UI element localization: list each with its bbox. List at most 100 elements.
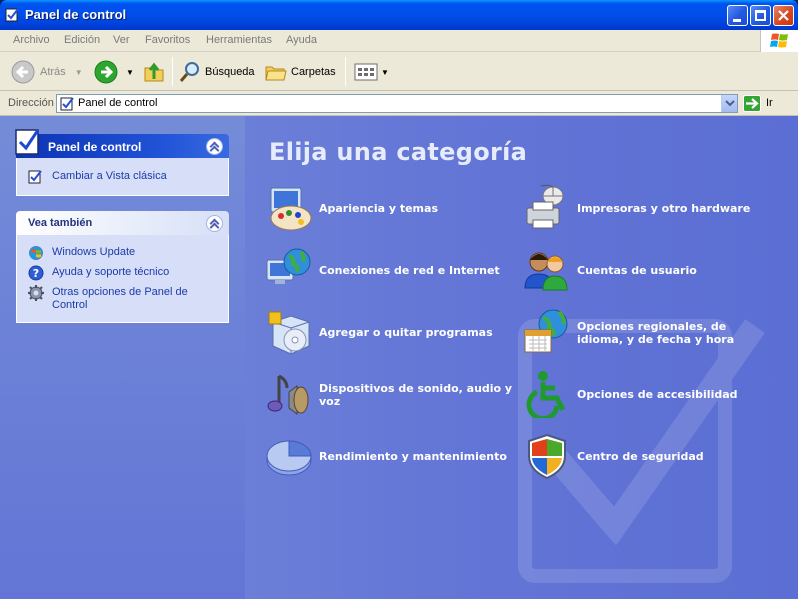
category-performance[interactable]: Rendimiento y mantenimiento (265, 432, 515, 482)
task-pane: Panel de control Cambiar a Vista clásica… (0, 116, 245, 599)
category-label: Impresoras y otro hardware (577, 202, 751, 215)
toolbar-separator (172, 57, 173, 86)
control-panel-icon (60, 97, 74, 111)
back-arrow-icon (11, 60, 35, 84)
window-title: Panel de control (25, 7, 127, 22)
help-support-label: Ayuda y soporte técnico (52, 266, 170, 278)
collapse-button[interactable] (206, 215, 223, 232)
help-support-link[interactable]: ? Ayuda y soporte técnico (17, 265, 228, 286)
category-label: Cuentas de usuario (577, 264, 697, 277)
category-accessibility[interactable]: Opciones de accesibilidad (523, 370, 773, 420)
control-panel-box-header[interactable]: Panel de control (15, 129, 229, 158)
title-bar[interactable]: Panel de control (0, 0, 798, 30)
close-icon (778, 10, 789, 21)
menu-favoritos[interactable]: Favoritos (145, 34, 190, 46)
performance-pie-icon (266, 440, 312, 476)
category-printers-hardware[interactable]: Impresoras y otro hardware (523, 184, 773, 234)
toolbar-separator (345, 57, 346, 86)
accessibility-icon (526, 371, 566, 418)
category-add-remove-programs[interactable]: Agregar o quitar programas (265, 308, 515, 358)
forward-button[interactable]: ▼ (94, 58, 134, 86)
user-accounts-icon (524, 252, 568, 291)
category-security-center[interactable]: Centro de seguridad (523, 432, 773, 482)
search-icon (179, 62, 199, 82)
forward-arrow-icon (94, 60, 118, 84)
category-appearance[interactable]: Apariencia y temas (265, 184, 515, 234)
sound-speaker-icon (267, 374, 309, 415)
back-dropdown-icon[interactable]: ▼ (75, 68, 83, 77)
windows-update-link[interactable]: Windows Update (17, 246, 228, 266)
category-user-accounts[interactable]: Cuentas de usuario (523, 246, 773, 296)
address-dropdown-button[interactable] (721, 95, 737, 112)
menu-archivo[interactable]: Archivo (13, 34, 50, 46)
category-label: Rendimiento y mantenimiento (319, 450, 507, 463)
category-label: Conexiones de red e Internet (319, 264, 500, 277)
up-folder-button[interactable] (142, 58, 166, 86)
control-panel-icon (15, 129, 40, 155)
category-label: Agregar o quitar programas (319, 326, 493, 339)
maximize-button[interactable] (750, 5, 771, 26)
menu-edicion[interactable]: Edición (64, 34, 100, 46)
windows-update-label: Windows Update (52, 246, 136, 258)
appearance-palette-icon (270, 187, 312, 231)
address-value: Panel de control (78, 97, 158, 109)
category-view: Elija una categoría Apariencia y temas C… (245, 116, 798, 599)
menu-herramientas[interactable]: Herramientas (206, 34, 272, 46)
security-shield-icon (528, 433, 566, 480)
go-label: Ir (766, 97, 773, 109)
folders-button[interactable]: Carpetas (264, 58, 336, 86)
other-options-label: Otras opciones de Panel de Control (52, 286, 188, 311)
chevron-down-icon (725, 100, 735, 107)
category-label: Apariencia y temas (319, 202, 438, 215)
control-panel-box-body: Cambiar a Vista clásica (16, 158, 229, 196)
see-also-box-title: Vea también (28, 217, 93, 229)
category-network[interactable]: Conexiones de red e Internet (265, 246, 515, 296)
back-label: Atrás (40, 66, 66, 78)
category-label: Opciones regionales, de idioma, y de fec… (577, 320, 735, 346)
search-button[interactable]: Búsqueda (178, 58, 255, 86)
help-icon: ? (28, 265, 44, 281)
menu-bar: Archivo Edición Ver Favoritos Herramient… (0, 30, 798, 52)
category-label: Centro de seguridad (577, 450, 704, 463)
category-regional-options[interactable]: Opciones regionales, de idioma, y de fec… (523, 308, 773, 358)
up-folder-icon (144, 62, 164, 82)
go-button[interactable]: Ir (743, 95, 793, 112)
views-icon (354, 63, 378, 81)
back-button[interactable]: Atrás ▼ (11, 58, 83, 86)
go-arrow-icon (743, 95, 761, 112)
see-also-box: Vea también Windows Update ? Ayuda y sop… (16, 211, 229, 323)
menu-ver[interactable]: Ver (113, 34, 130, 46)
minimize-button[interactable] (727, 5, 748, 26)
switch-classic-view-label: Cambiar a Vista clásica (52, 170, 167, 182)
menu-ayuda[interactable]: Ayuda (286, 34, 317, 46)
add-remove-programs-icon (268, 311, 310, 355)
see-also-box-body: Windows Update ? Ayuda y soporte técnico… (16, 235, 229, 323)
address-input[interactable]: Panel de control (56, 94, 738, 113)
printer-mouse-icon (526, 184, 564, 229)
views-button[interactable]: ▼ (354, 58, 389, 86)
collapse-button[interactable] (206, 138, 223, 155)
page-title: Elija una categoría (269, 138, 528, 166)
see-also-box-header[interactable]: Vea también (16, 211, 229, 235)
folders-label: Carpetas (291, 66, 336, 78)
forward-dropdown-icon[interactable]: ▼ (126, 68, 134, 77)
address-label: Dirección (8, 97, 54, 109)
views-dropdown-icon[interactable]: ▼ (381, 68, 389, 77)
windows-logo-icon (760, 30, 798, 52)
switch-classic-view-link[interactable]: Cambiar a Vista clásica (17, 170, 228, 184)
other-options-link[interactable]: Otras opciones de Panel de Control (17, 285, 192, 312)
category-sound[interactable]: Dispositivos de sonido, audio y voz (265, 370, 515, 420)
control-panel-icon (5, 8, 19, 22)
category-label: Opciones de accesibilidad (577, 388, 738, 401)
windows-update-icon (29, 246, 43, 260)
maximize-icon (755, 10, 766, 21)
close-button[interactable] (773, 5, 794, 26)
regional-calendar-globe-icon (524, 309, 568, 353)
category-label: Dispositivos de sonido, audio y voz (319, 382, 513, 408)
search-label: Búsqueda (205, 66, 255, 78)
folders-icon (265, 66, 287, 81)
svg-text:?: ? (33, 267, 39, 280)
minimize-icon (733, 19, 741, 22)
network-globe-icon (266, 248, 311, 284)
control-panel-icon (28, 170, 42, 184)
